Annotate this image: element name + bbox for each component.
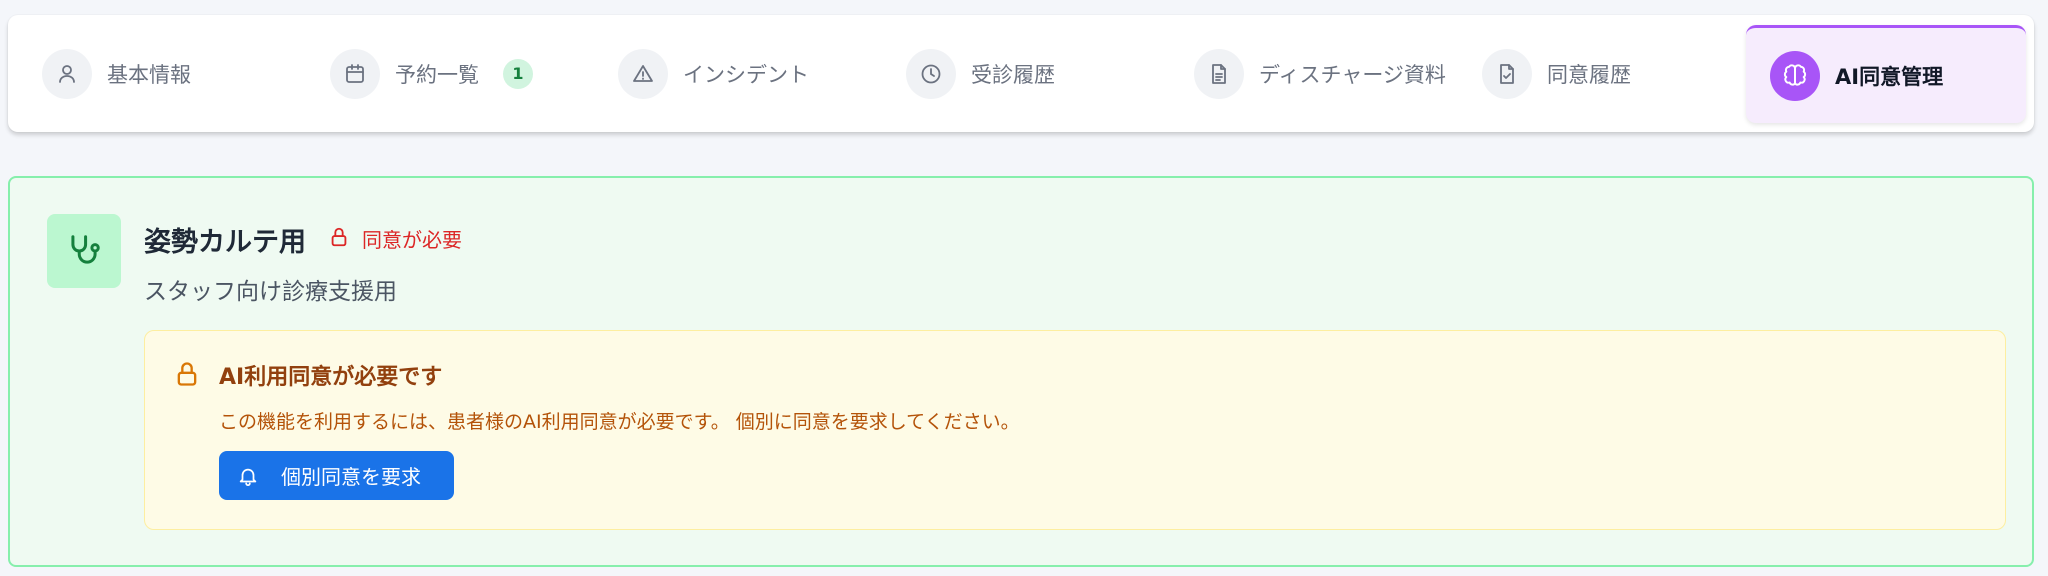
lock-icon: [173, 360, 201, 392]
calendar-icon: [330, 48, 380, 99]
ai-feature-card: 姿勢カルテ用 同意が必要 スタッフ向け診療支援用 AI利用同意が必要です この機…: [8, 176, 2034, 567]
request-consent-label: 個別同意を要求: [281, 465, 421, 489]
tab-visit-history[interactable]: 受診履歴: [872, 15, 1162, 132]
warning-triangle-icon: [618, 48, 668, 99]
request-consent-button[interactable]: 個別同意を要求: [219, 451, 454, 500]
stethoscope-icon: [47, 214, 121, 288]
tab-reservations[interactable]: 予約一覧 1: [296, 15, 586, 132]
consent-notice: AI利用同意が必要です この機能を利用するには、患者様のAI利用同意が必要です。…: [144, 330, 2006, 530]
tab-basic-info[interactable]: 基本情報: [8, 15, 298, 132]
clock-icon: [906, 48, 956, 99]
bell-icon: [237, 465, 259, 487]
brain-icon: [1770, 50, 1820, 101]
user-icon: [42, 48, 92, 99]
tab-consent-history[interactable]: 同意履歴: [1448, 15, 1738, 132]
lock-icon: [328, 226, 350, 252]
tab-label: ディスチャージ資料: [1259, 62, 1446, 87]
consent-required-indicator: 同意が必要: [328, 224, 462, 253]
tab-incidents[interactable]: インシデント: [584, 15, 874, 132]
tab-ai-consent-management[interactable]: AI同意管理: [1746, 25, 2026, 123]
feature-title: 姿勢カルテ用: [144, 227, 306, 258]
consent-required-label: 同意が必要: [362, 228, 462, 252]
tab-bar: 基本情報 予約一覧 1 インシデント 受診履歴 ディスチャージ資料 同意履歴 A…: [8, 15, 2034, 132]
tab-label: AI同意管理: [1835, 64, 1944, 89]
notice-message: この機能を利用するには、患者様のAI利用同意が必要です。 個別に同意を要求してく…: [219, 411, 1020, 433]
tab-label: 基本情報: [107, 62, 191, 87]
tab-discharge-docs[interactable]: ディスチャージ資料: [1160, 15, 1450, 132]
document-icon: [1194, 48, 1244, 99]
tab-label: インシデント: [683, 62, 809, 87]
tab-label: 受診履歴: [971, 62, 1055, 87]
notice-title: AI利用同意が必要です: [219, 365, 443, 390]
count-badge: 1: [503, 58, 533, 89]
tab-label: 予約一覧: [395, 62, 479, 87]
feature-subtitle: スタッフ向け診療支援用: [144, 279, 397, 305]
document-check-icon: [1482, 48, 1532, 99]
tab-label: 同意履歴: [1547, 62, 1631, 87]
